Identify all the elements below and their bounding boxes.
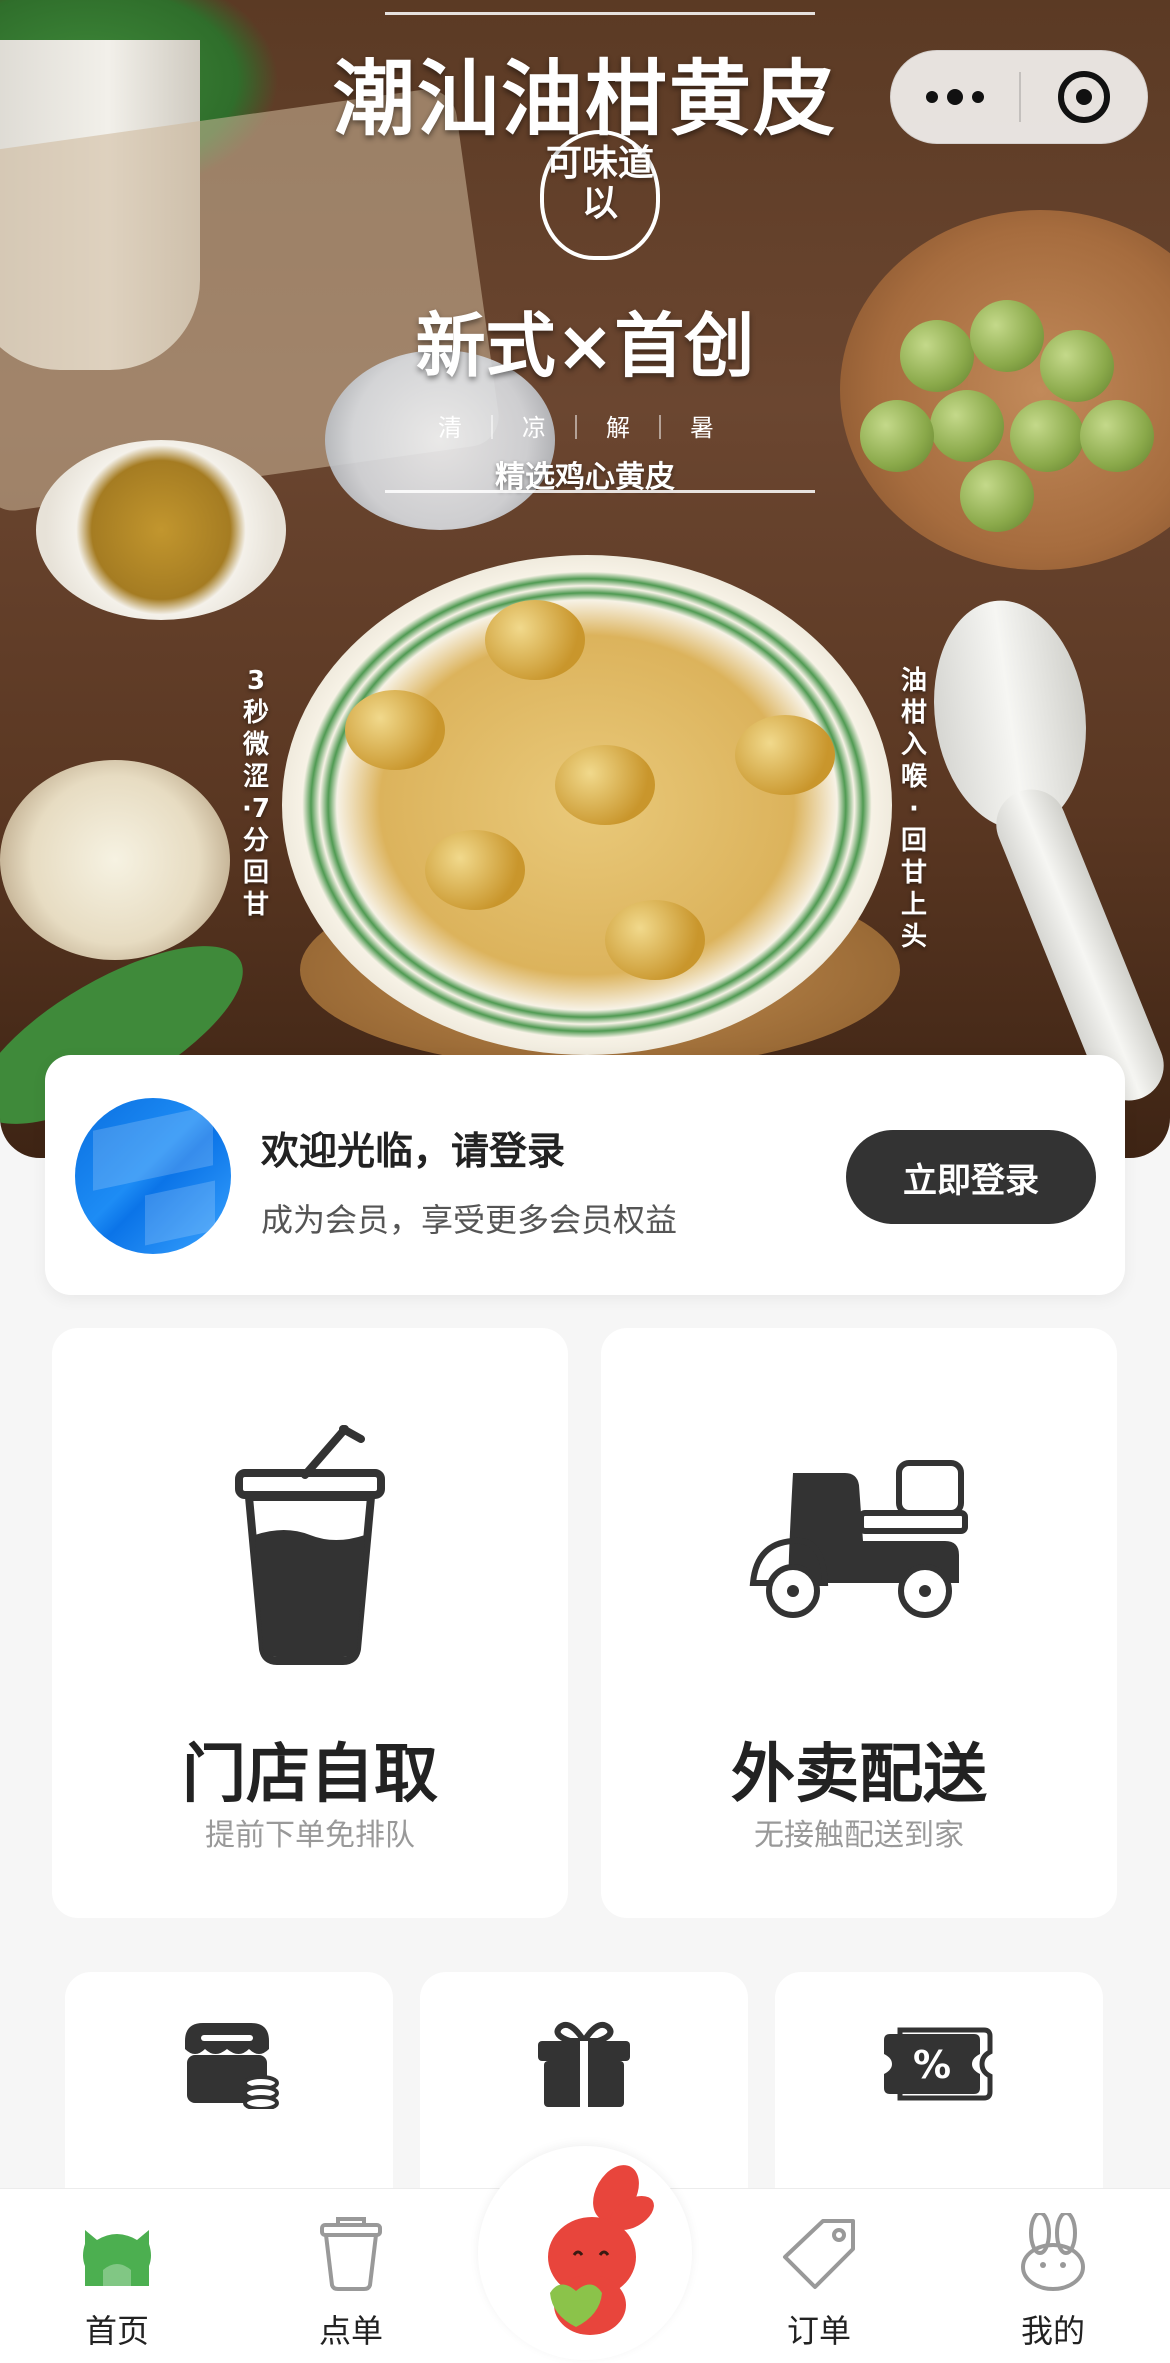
tab-orders-label: 订单 (786, 2312, 851, 2350)
tab-mine-label: 我的 (1020, 2312, 1085, 2350)
more-options-icon[interactable] (891, 51, 1019, 143)
discount-coupon-icon: % (775, 2014, 1103, 2114)
pickup-desc: 提前下单免排队 (205, 1818, 415, 1853)
wampee-fruit (555, 745, 655, 825)
tab-orders[interactable]: 订单 (702, 2188, 936, 2363)
member-benefit-text: 成为会员，享受更多会员权益 (261, 1201, 678, 1239)
delivery-title: 外卖配送 (731, 1738, 987, 1812)
miniprogram-capsule (890, 50, 1148, 144)
select-rule (385, 490, 815, 493)
tab-order-menu-label: 点单 (318, 2312, 383, 2350)
tab-mine[interactable]: 我的 (936, 2188, 1170, 2363)
tab-order-menu[interactable]: 点单 (234, 2188, 468, 2363)
wampee-fruit (425, 830, 525, 910)
banner-right-vertical: 油柑入喉·回甘上头 (900, 666, 927, 952)
pearl-bowl (0, 760, 230, 960)
wampee-fruit (735, 715, 835, 795)
banner-slogan: 新式×首创 (415, 305, 755, 387)
delivery-desc: 无接触配送到家 (754, 1818, 964, 1853)
login-button[interactable]: 立即登录 (846, 1130, 1096, 1224)
banner-left-vertical: 3秒微涩·7分回甘 (242, 666, 270, 920)
brand-seal: 可味道以 (540, 130, 660, 260)
rabbit-mascot-icon[interactable] (520, 2165, 660, 2340)
avatar[interactable] (75, 1098, 231, 1254)
delivery-scooter-icon (601, 1410, 1117, 1680)
welcome-text: 欢迎光临，请登录 (261, 1129, 566, 1173)
rabbit-face-icon (936, 2208, 1170, 2298)
pickup-title: 门店自取 (182, 1738, 438, 1812)
promo-banner[interactable]: 潮汕油柑黄皮 可味道以 新式×首创 清｜凉｜解｜暑 精选鸡心黄皮 3秒微涩·7分… (0, 0, 1170, 1158)
home-icon (0, 2208, 234, 2298)
bubble-tea-cup-icon (52, 1410, 568, 1680)
gift-box-icon (420, 2014, 748, 2114)
store-coins-icon (65, 2014, 393, 2114)
wampee-fruit (605, 900, 705, 980)
cup-icon (234, 2208, 468, 2298)
tag-icon (702, 2208, 936, 2298)
wampee-fruit (485, 600, 585, 680)
tab-home-label: 首页 (84, 2312, 149, 2350)
title-rule (385, 12, 815, 15)
banner-chips: 清｜凉｜解｜暑 (438, 414, 732, 442)
delivery-card[interactable]: 外卖配送 无接触配送到家 (601, 1328, 1117, 1918)
login-card: 欢迎光临，请登录 成为会员，享受更多会员权益 立即登录 (45, 1055, 1125, 1295)
close-miniprogram-icon[interactable] (1021, 71, 1147, 123)
tab-home[interactable]: 首页 (0, 2188, 234, 2363)
svg-text:%: % (913, 2043, 951, 2087)
pickup-card[interactable]: 门店自取 提前下单免排队 (52, 1328, 568, 1918)
wampee-fruit (345, 690, 445, 770)
